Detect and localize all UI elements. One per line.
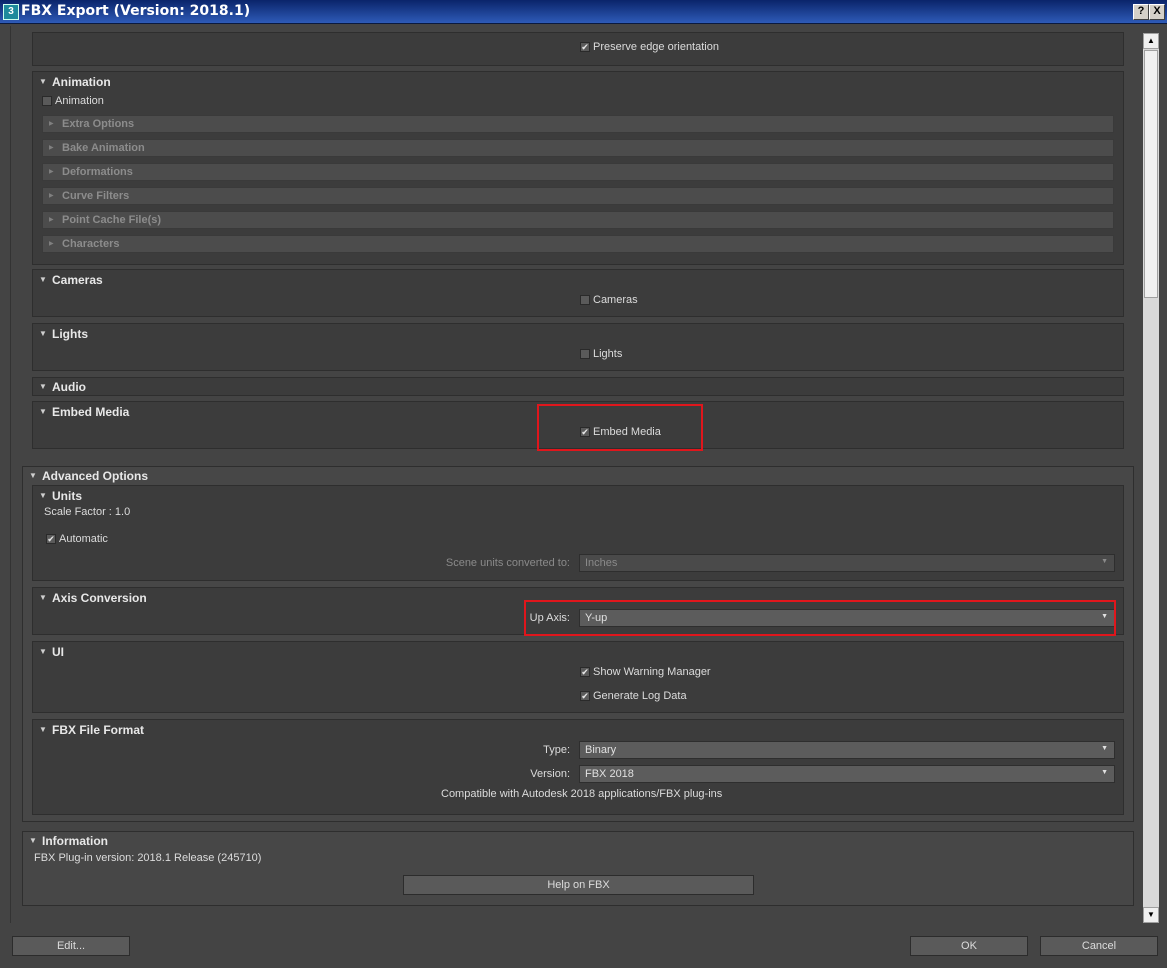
scrollbar-thumb[interactable]	[1144, 50, 1158, 298]
expanded-arrow-icon[interactable]: ▼	[39, 593, 47, 602]
animation-label: Animation	[55, 95, 104, 107]
automatic-label: Automatic	[59, 533, 108, 545]
options-scroll-area[interactable]: ✔ Preserve edge orientation ▼ Animation …	[10, 26, 1143, 923]
collapsed-arrow-icon: ▶	[49, 121, 54, 127]
subsection-extra-options[interactable]: ▶ Extra Options	[42, 115, 1114, 133]
cameras-panel: ▼ Cameras Cameras	[32, 269, 1124, 317]
chevron-down-icon: ▼	[1101, 558, 1108, 565]
ui-header[interactable]: UI	[52, 645, 64, 659]
subsection-label: Point Cache File(s)	[62, 214, 162, 226]
animation-checkbox[interactable]	[42, 96, 52, 106]
scale-factor-text: Scale Factor : 1.0	[44, 506, 131, 518]
animation-header[interactable]: Animation	[52, 75, 111, 89]
preserve-edge-checkbox[interactable]: ✔	[580, 42, 590, 52]
expanded-arrow-icon[interactable]: ▼	[39, 77, 47, 86]
scene-units-value: Inches	[585, 557, 618, 569]
axis-conversion-header[interactable]: Axis Conversion	[52, 591, 147, 605]
automatic-checkbox[interactable]: ✔	[46, 534, 56, 544]
subsection-curve-filters[interactable]: ▶ Curve Filters	[42, 187, 1114, 205]
highlight-box	[537, 404, 703, 451]
version-value: FBX 2018	[585, 768, 634, 780]
collapsed-arrow-icon: ▶	[49, 217, 54, 223]
units-header[interactable]: Units	[52, 489, 82, 503]
subsection-bake-animation[interactable]: ▶ Bake Animation	[42, 139, 1114, 157]
chevron-down-icon: ▼	[1101, 745, 1108, 752]
advanced-options-header[interactable]: Advanced Options	[42, 469, 148, 483]
cameras-label: Cameras	[593, 294, 638, 306]
units-panel: ▼ Units Scale Factor : 1.0 ✔ Automatic S…	[32, 485, 1124, 581]
expanded-arrow-icon[interactable]: ▼	[39, 382, 47, 391]
embed-media-header[interactable]: Embed Media	[52, 405, 129, 419]
highlight-box	[524, 600, 1116, 636]
subsection-deformations[interactable]: ▶ Deformations	[42, 163, 1114, 181]
cameras-checkbox[interactable]	[580, 295, 590, 305]
ok-button[interactable]: OK	[910, 936, 1028, 956]
subsection-label: Bake Animation	[62, 142, 145, 154]
expanded-arrow-icon[interactable]: ▼	[39, 275, 47, 284]
subsection-characters[interactable]: ▶ Characters	[42, 235, 1114, 253]
lights-checkbox[interactable]	[580, 349, 590, 359]
collapsed-arrow-icon: ▶	[49, 193, 54, 199]
expanded-arrow-icon[interactable]: ▼	[39, 329, 47, 338]
type-label: Type:	[543, 744, 570, 756]
audio-panel: ▼ Audio	[32, 377, 1124, 396]
preserve-edge-label: Preserve edge orientation	[593, 41, 719, 53]
cameras-header[interactable]: Cameras	[52, 273, 103, 287]
subsection-label: Deformations	[62, 166, 133, 178]
expanded-arrow-icon[interactable]: ▼	[39, 647, 47, 656]
vertical-scrollbar[interactable]: ▲ ▼	[1143, 33, 1159, 923]
fbx-file-format-panel: ▼ FBX File Format Type: Binary ▼ Version…	[32, 719, 1124, 815]
plugin-version-text: FBX Plug-in version: 2018.1 Release (245…	[34, 852, 262, 864]
lights-header[interactable]: Lights	[52, 327, 88, 341]
collapsed-arrow-icon: ▶	[49, 145, 54, 151]
expanded-arrow-icon[interactable]: ▼	[39, 725, 47, 734]
scroll-down-icon[interactable]: ▼	[1143, 907, 1159, 923]
lights-label: Lights	[593, 348, 623, 360]
subsection-label: Extra Options	[62, 118, 135, 130]
expanded-arrow-icon[interactable]: ▼	[29, 836, 37, 845]
type-dropdown[interactable]: Binary ▼	[579, 741, 1115, 759]
close-button[interactable]: X	[1149, 4, 1165, 20]
generate-log-label: Generate Log Data	[593, 690, 687, 702]
subsection-label: Curve Filters	[62, 190, 130, 202]
expanded-arrow-icon[interactable]: ▼	[39, 491, 47, 500]
collapsed-arrow-icon: ▶	[49, 241, 54, 247]
help-button[interactable]: ?	[1133, 4, 1149, 20]
collapsed-arrow-icon: ▶	[49, 169, 54, 175]
chevron-down-icon: ▼	[1101, 769, 1108, 776]
window-title: FBX Export (Version: 2018.1)	[21, 3, 251, 19]
geometry-panel-tail: ✔ Preserve edge orientation	[32, 32, 1124, 66]
subsection-point-cache[interactable]: ▶ Point Cache File(s)	[42, 211, 1114, 229]
compatibility-text: Compatible with Autodesk 2018 applicatio…	[441, 788, 723, 800]
scene-units-label: Scene units converted to:	[445, 557, 570, 569]
fbx-file-format-header[interactable]: FBX File Format	[52, 723, 144, 737]
title-bar[interactable]: 3 FBX Export (Version: 2018.1) ? X	[0, 0, 1167, 24]
lights-panel: ▼ Lights Lights	[32, 323, 1124, 371]
app-icon: 3	[3, 4, 19, 20]
scene-units-dropdown: Inches ▼	[579, 554, 1115, 572]
help-on-fbx-button[interactable]: Help on FBX	[403, 875, 754, 895]
information-panel: ▼ Information FBX Plug-in version: 2018.…	[22, 831, 1134, 906]
cancel-button[interactable]: Cancel	[1040, 936, 1158, 956]
audio-header[interactable]: Audio	[52, 380, 86, 394]
information-header[interactable]: Information	[42, 834, 108, 848]
expanded-arrow-icon[interactable]: ▼	[39, 407, 47, 416]
subsection-label: Characters	[62, 238, 120, 250]
generate-log-checkbox[interactable]: ✔	[580, 691, 590, 701]
expanded-arrow-icon[interactable]: ▼	[29, 471, 37, 480]
version-dropdown[interactable]: FBX 2018 ▼	[579, 765, 1115, 783]
show-warning-checkbox[interactable]: ✔	[580, 667, 590, 677]
scroll-up-icon[interactable]: ▲	[1143, 33, 1159, 49]
ui-panel: ▼ UI ✔ Show Warning Manager ✔ Generate L…	[32, 641, 1124, 713]
version-label: Version:	[530, 768, 570, 780]
type-value: Binary	[585, 744, 617, 756]
show-warning-label: Show Warning Manager	[593, 666, 711, 678]
edit-button[interactable]: Edit...	[12, 936, 130, 956]
